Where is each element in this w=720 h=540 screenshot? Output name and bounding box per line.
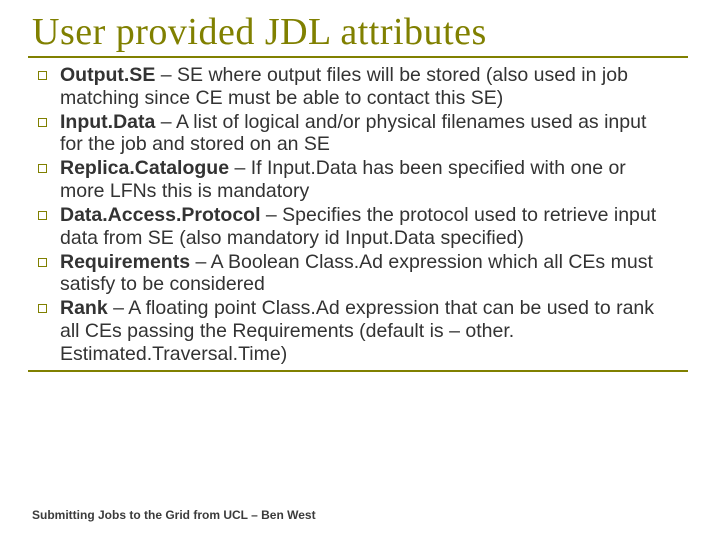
list-item: Requirements – A Boolean Class.Ad expres… <box>32 251 672 297</box>
slide-title: User provided JDL attributes <box>32 10 692 54</box>
slide-footer: Submitting Jobs to the Grid from UCL – B… <box>32 508 316 522</box>
list-item: Replica.Catalogue – If Input.Data has be… <box>32 157 672 203</box>
term: Data.Access.Protocol <box>60 204 261 226</box>
list-item: Input.Data – A list of logical and/or ph… <box>32 111 672 157</box>
term: Replica.Catalogue <box>60 157 229 179</box>
term: Input.Data <box>60 111 155 133</box>
bullet-list: Output.SE – SE where output files will b… <box>32 64 672 366</box>
list-item: Data.Access.Protocol – Specifies the pro… <box>32 204 672 250</box>
term: Rank <box>60 297 108 319</box>
term: Requirements <box>60 251 190 273</box>
term: Output.SE <box>60 64 155 86</box>
list-item: Rank – A floating point Class.Ad express… <box>32 297 672 365</box>
desc: – A floating point Class.Ad expression t… <box>60 297 654 365</box>
title-rule <box>28 56 688 58</box>
footer-rule <box>28 370 688 372</box>
slide: User provided JDL attributes Output.SE –… <box>0 0 720 540</box>
list-item: Output.SE – SE where output files will b… <box>32 64 672 110</box>
